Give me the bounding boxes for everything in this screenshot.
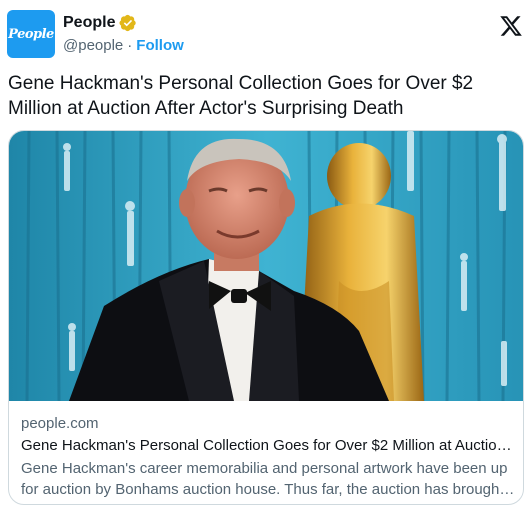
author-name[interactable]: People [63,14,115,32]
card-image[interactable] [9,131,523,401]
tweet-text: Gene Hackman's Personal Collection Goes … [8,73,474,119]
card-title[interactable]: Gene Hackman's Personal Collection Goes … [21,435,515,457]
verified-badge-icon [119,14,137,32]
follow-button[interactable]: Follow [136,37,184,54]
link-preview-card[interactable]: people.com Gene Hackman's Personal Colle… [8,130,524,505]
card-meta: people.com Gene Hackman's Personal Colle… [21,414,515,500]
tweet-header: People People @people · Follow [7,10,525,60]
card-photo [9,131,523,401]
handle-row: @people · Follow [63,37,184,54]
x-logo-icon[interactable] [499,14,523,38]
card-description-text: Gene Hackman's career memorabilia and pe… [21,460,508,498]
author-handle[interactable]: @people [63,37,123,54]
handle-separator: · [127,37,133,54]
avatar[interactable]: People [7,10,55,58]
author-name-row: People [63,14,137,32]
card-domain[interactable]: people.com [21,414,515,434]
card-description: Gene Hackman's career memorabilia and pe… [21,458,515,500]
avatar-logo-text: People [8,26,54,42]
